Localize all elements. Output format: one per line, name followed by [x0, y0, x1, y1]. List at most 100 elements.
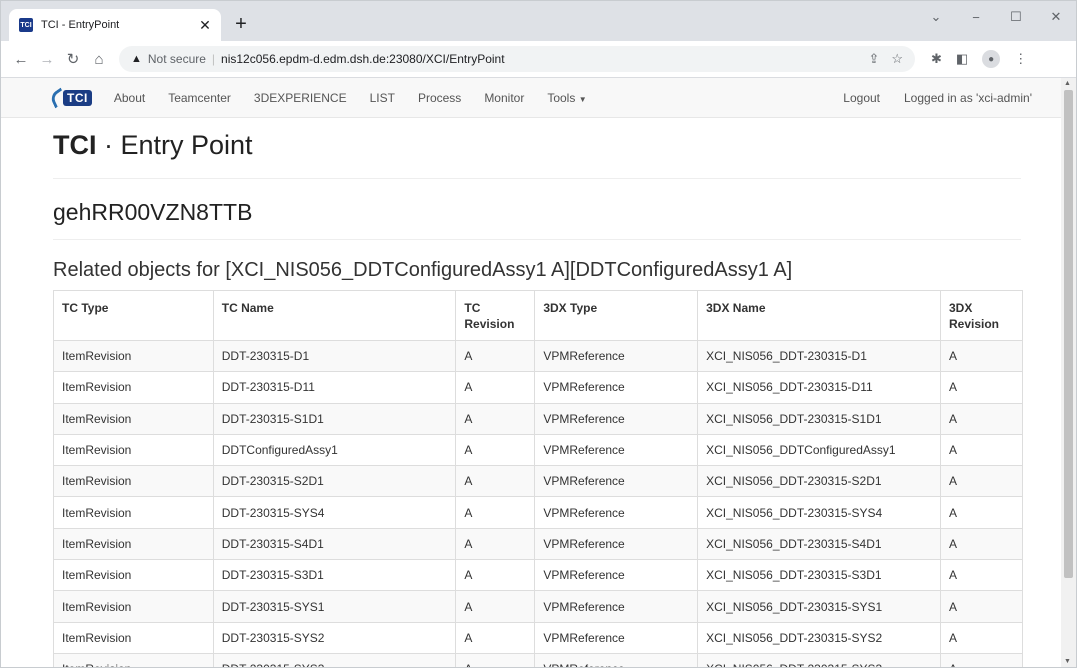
back-icon[interactable]: ←	[9, 47, 33, 71]
table-cell: XCI_NIS056_DDT-230315-D11	[697, 371, 941, 404]
table-cell: DDT-230315-S2D1	[212, 465, 457, 498]
table-cell: VPMReference	[534, 371, 699, 404]
close-tab-icon[interactable]: ✕	[197, 17, 213, 34]
table-cell: ItemRevision	[53, 465, 214, 498]
scroll-up-icon[interactable]: ▲	[1064, 80, 1071, 87]
table-cell: A	[940, 621, 1023, 654]
window-controls: ⌄ − ☐ ✕	[916, 1, 1076, 33]
column-header-label: TC Name	[221, 301, 274, 315]
table-body: ItemRevision DDT-230315-D1 A VPMReference XC…	[53, 339, 1023, 667]
table-cell: XCI_NIS056_DDT-230315-S3D1	[697, 559, 941, 592]
nav-3dexperience[interactable]: 3DEXPERIENCE	[254, 91, 347, 105]
table-cell: A	[940, 496, 1023, 529]
tab-title: TCI - EntryPoint	[41, 19, 120, 31]
table-cell: VPMReference	[534, 559, 699, 592]
forward-icon[interactable]: →	[35, 47, 59, 71]
table-cell: XCI_NIS056_DDTConfiguredAssy1	[697, 433, 941, 467]
close-window-icon[interactable]: ✕	[1036, 1, 1076, 33]
table-cell: A	[940, 590, 1023, 623]
table-cell: ItemRevision	[53, 402, 214, 435]
main-content: TCI · Entry Point gehRR00VZN8TTB Related…	[1, 130, 1061, 667]
share-icon[interactable]: ⇪	[868, 51, 879, 67]
home-icon[interactable]: ⌂	[87, 47, 111, 71]
nav-list[interactable]: LIST	[370, 91, 395, 105]
table-row: ItemRevision DDT-230315-S4D1 A VPMReference…	[53, 527, 1023, 561]
table-cell: VPMReference	[534, 621, 699, 654]
column-header: 3DX Name	[697, 290, 941, 341]
scroll-thumb[interactable]	[1064, 90, 1073, 578]
not-secure-label: Not secure	[147, 52, 206, 66]
table-cell: XCI_NIS056_DDT-230315-SYS2	[697, 621, 941, 654]
extensions-icon[interactable]: ✱	[931, 51, 942, 67]
nav-monitor[interactable]: Monitor	[484, 91, 524, 105]
table-cell: A	[940, 465, 1023, 498]
tab-search-icon[interactable]: ⌄	[916, 1, 956, 33]
new-tab-icon[interactable]: +	[229, 13, 253, 37]
table-cell: DDT-230315-D11	[212, 371, 457, 404]
nav-about[interactable]: About	[114, 91, 145, 105]
table-cell: VPMReference	[534, 465, 699, 498]
bookmark-star-icon[interactable]: ☆	[891, 51, 903, 67]
browser-tab[interactable]: TCI TCI - EntryPoint ✕	[9, 9, 221, 41]
table-cell: VPMReference	[534, 402, 699, 435]
table-cell: XCI_NIS056_DDT-230315-SYS1	[697, 590, 941, 623]
column-header: 3DX Revision	[940, 290, 1023, 341]
table-cell: A	[455, 433, 536, 467]
scroll-down-icon[interactable]: ▼	[1064, 658, 1071, 665]
table-cell: A	[940, 402, 1023, 435]
column-header: TC Revision	[455, 290, 536, 341]
table-cell: VPMReference	[534, 433, 699, 467]
table-cell: A	[940, 527, 1023, 561]
table-cell: A	[455, 652, 536, 667]
table-cell: A	[940, 559, 1023, 592]
menu-kebab-icon[interactable]: ⋮	[1014, 51, 1027, 67]
tci-logo[interactable]: TCI	[49, 87, 92, 108]
nav-process[interactable]: Process	[418, 91, 461, 105]
table-row: ItemRevision DDTConfiguredAssy1 A VPMRefere…	[53, 433, 1023, 467]
logged-in-user: Logged in as 'xci-admin'	[904, 90, 1032, 105]
table-row: ItemRevision DDT-230315-SYS2 A VPMReference…	[53, 621, 1023, 654]
table-cell: A	[455, 402, 536, 435]
table-row: ItemRevision DDT-230315-S2D1 A VPMReference…	[53, 465, 1023, 498]
table-cell: ItemRevision	[53, 339, 214, 373]
tci-favicon-icon: TCI	[19, 18, 33, 32]
reload-icon[interactable]: ↻	[61, 47, 85, 71]
table-cell: ItemRevision	[53, 652, 214, 667]
table-cell: DDT-230315-SYS1	[212, 590, 457, 623]
profile-avatar-icon[interactable]: ●	[982, 50, 1001, 68]
table-cell: ItemRevision	[53, 621, 214, 654]
minimize-icon[interactable]: −	[956, 1, 996, 33]
browser-window: TCI TCI - EntryPoint ✕ + ⌄ − ☐ ✕ ← → ↻ ⌂…	[0, 0, 1077, 668]
table-cell: A	[455, 621, 536, 654]
column-header: TC Type	[53, 290, 214, 341]
warning-icon[interactable]: ▲	[131, 53, 142, 65]
table-cell: XCI_NIS056_DDT-230315-SYS4	[697, 496, 941, 529]
maximize-icon[interactable]: ☐	[996, 1, 1036, 33]
related-objects-heading: Related objects for [XCI_NIS056_DDTConfi…	[53, 259, 793, 281]
column-header-label: 3DX Name	[706, 301, 766, 315]
table-cell: XCI_NIS056_DDT-230315-S2D1	[697, 465, 941, 498]
nav-teamcenter[interactable]: Teamcenter	[168, 91, 231, 105]
page-title-rest: · Entry Point	[96, 130, 253, 160]
related-objects-table: TC Type TC Name TC Revision 3DX Type 3DX Name…	[53, 290, 1023, 667]
table-header-row: TC Type TC Name TC Revision 3DX Type 3DX Name…	[53, 290, 1023, 341]
table-cell: ItemRevision	[53, 590, 214, 623]
table-cell: A	[455, 527, 536, 561]
table-cell: VPMReference	[534, 339, 699, 373]
tab-strip: TCI TCI - EntryPoint ✕ + ⌄ − ☐ ✕	[1, 1, 1076, 41]
table-cell: VPMReference	[534, 496, 699, 529]
side-panel-icon[interactable]: ◧	[956, 51, 968, 67]
table-cell: DDT-230315-S3D1	[212, 559, 457, 592]
nav-tools-dropdown[interactable]: Tools ▼	[547, 91, 586, 105]
table-cell: VPMReference	[534, 652, 699, 667]
omnibox-divider: |	[211, 52, 216, 66]
vertical-scrollbar[interactable]: ▲ ▼	[1061, 78, 1076, 667]
url-text[interactable]: nis12c056.epdm-d.edm.dsh.de:23080/XCI/En…	[221, 52, 505, 66]
column-header-label: 3DX	[949, 301, 973, 315]
table-cell: A	[455, 590, 536, 623]
table-cell: A	[940, 371, 1023, 404]
logout-link[interactable]: Logout	[843, 91, 880, 105]
table-cell: A	[940, 339, 1023, 373]
table-cell: A	[455, 559, 536, 592]
address-bar[interactable]: ▲ Not secure | nis12c056.epdm-d.edm.dsh.…	[119, 46, 915, 72]
